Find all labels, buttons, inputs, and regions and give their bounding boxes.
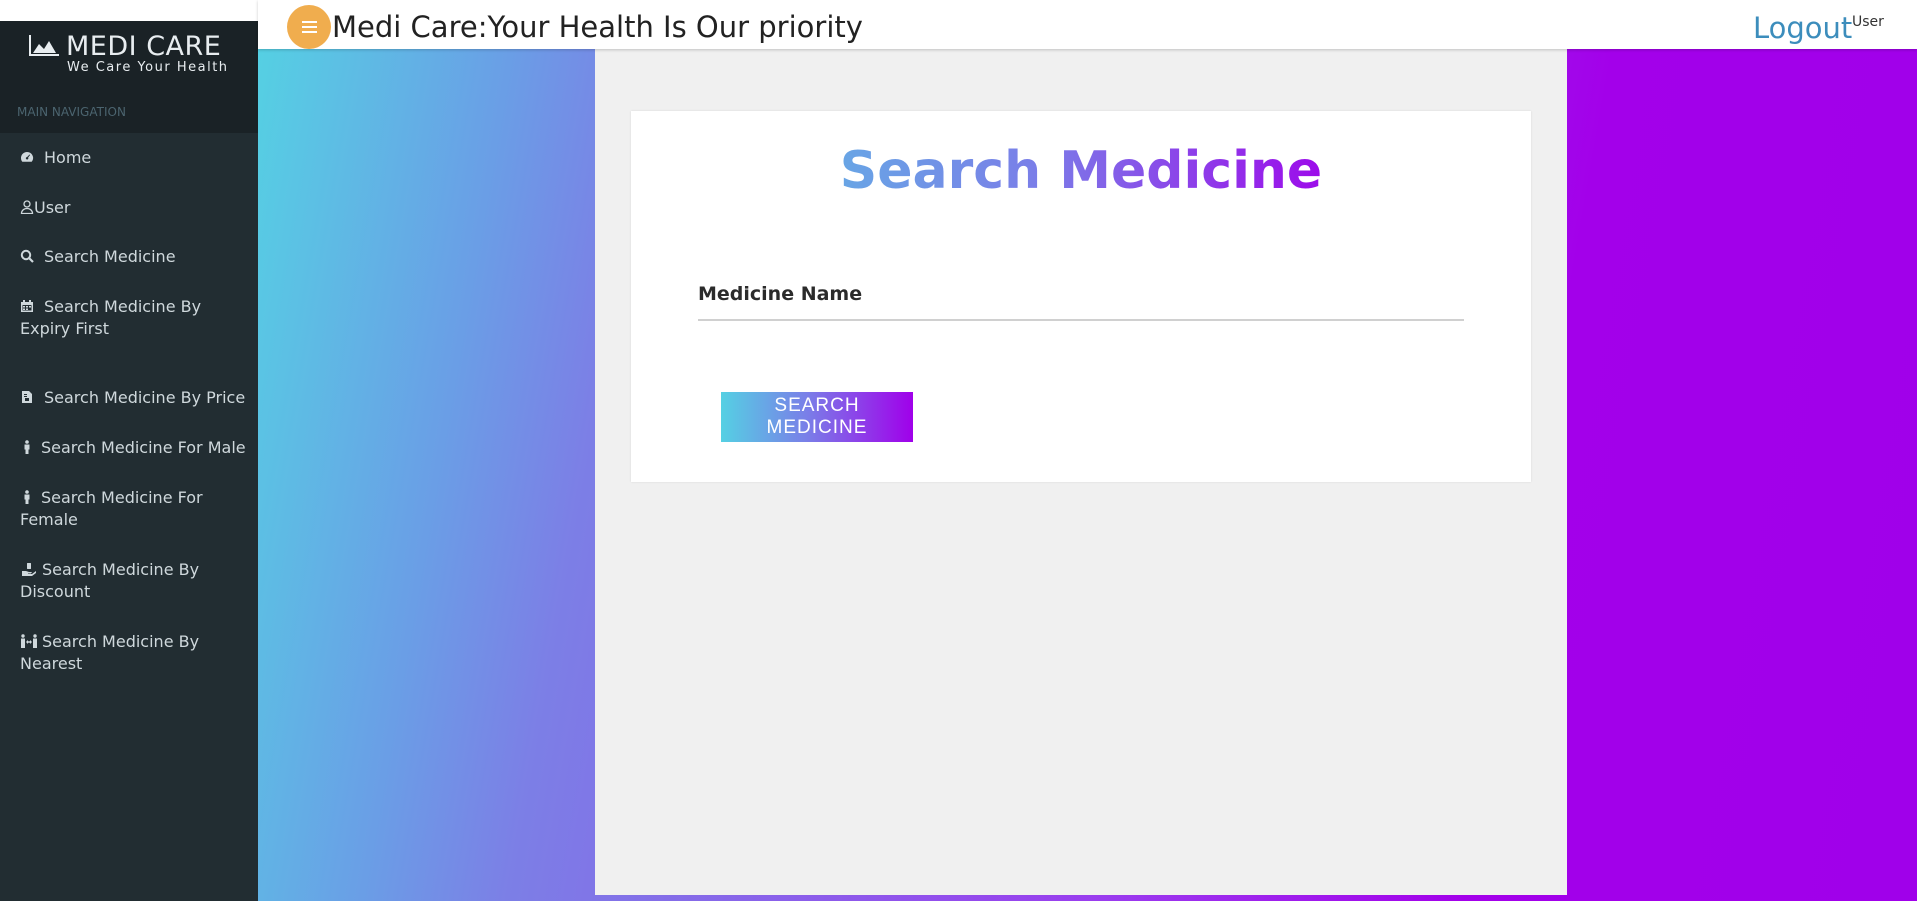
card-title-part1: Search xyxy=(839,141,1042,201)
calendar-icon xyxy=(20,297,36,312)
hand-holding-icon xyxy=(20,560,38,576)
sidebar-item-search-medicine[interactable]: Search Medicine xyxy=(0,246,184,268)
sidebar-item-search-for-male[interactable]: Search Medicine For Male xyxy=(0,437,254,459)
brand[interactable]: MEDI CARE We Care Your Health xyxy=(0,21,258,91)
nav-header: MAIN NAVIGATION xyxy=(0,91,258,133)
search-medicine-button[interactable]: SEARCH MEDICINE xyxy=(721,392,913,442)
logout-link[interactable]: Logout xyxy=(1753,11,1852,45)
sidebar-item-search-by-nearest[interactable]: Search Medicine By Nearest xyxy=(0,631,258,675)
sidebar-item-label: Search Medicine xyxy=(44,247,176,266)
hamburger-icon xyxy=(302,21,317,23)
sidebar-item-label: Search Medicine By Expiry First xyxy=(20,297,202,338)
brand-title: MEDI CARE xyxy=(66,31,222,62)
page-title: Medi Care:Your Health Is Our priority xyxy=(332,10,863,44)
sidebar-item-user[interactable]: User xyxy=(0,197,78,219)
card-title: Search Medicine xyxy=(631,141,1531,201)
sidebar-item-label: Search Medicine By Price xyxy=(44,388,246,407)
chart-area-icon xyxy=(28,33,66,61)
dashboard-icon xyxy=(20,148,36,162)
people-arrows-icon xyxy=(20,632,38,648)
search-icon xyxy=(20,247,36,263)
sidebar-item-search-by-discount[interactable]: Search Medicine By Discount xyxy=(0,559,258,603)
user-icon xyxy=(20,198,34,215)
search-card: Search Medicine Medicine Name SEARCH MED… xyxy=(631,111,1531,482)
sidebar-item-label: Home xyxy=(44,148,92,167)
file-invoice-icon xyxy=(20,388,36,403)
sidebar-item-label: Search Medicine By Discount xyxy=(20,560,200,601)
sidebar: MEDI CARE We Care Your Health MAIN NAVIG… xyxy=(0,21,258,901)
sidebar-item-search-by-price[interactable]: Search Medicine By Price xyxy=(0,387,253,409)
card-title-part2: Medicine xyxy=(1059,141,1323,201)
sidebar-item-search-for-female[interactable]: Search Medicine For Female xyxy=(0,487,258,531)
main-content: Search Medicine Medicine Name SEARCH MED… xyxy=(258,49,1917,901)
medicine-name-input[interactable] xyxy=(698,271,1464,321)
brand-subtitle: We Care Your Health xyxy=(67,60,229,75)
sidebar-item-label: User xyxy=(34,198,71,217)
sidebar-item-label: Search Medicine For Female xyxy=(20,488,203,529)
menu-toggle-button[interactable] xyxy=(287,5,331,49)
content-panel: Search Medicine Medicine Name SEARCH MED… xyxy=(595,49,1567,895)
sidebar-item-label: Search Medicine By Nearest xyxy=(20,632,200,673)
sidebar-item-label: Search Medicine For Male xyxy=(41,438,246,457)
user-label: User xyxy=(1852,14,1884,30)
top-bar: Medi Care:Your Health Is Our priority Lo… xyxy=(258,0,1917,49)
sidebar-item-search-by-expiry[interactable]: Search Medicine By Expiry First xyxy=(0,296,258,340)
female-icon xyxy=(20,488,32,504)
sidebar-item-home[interactable]: Home xyxy=(0,147,99,169)
male-icon xyxy=(20,438,32,454)
